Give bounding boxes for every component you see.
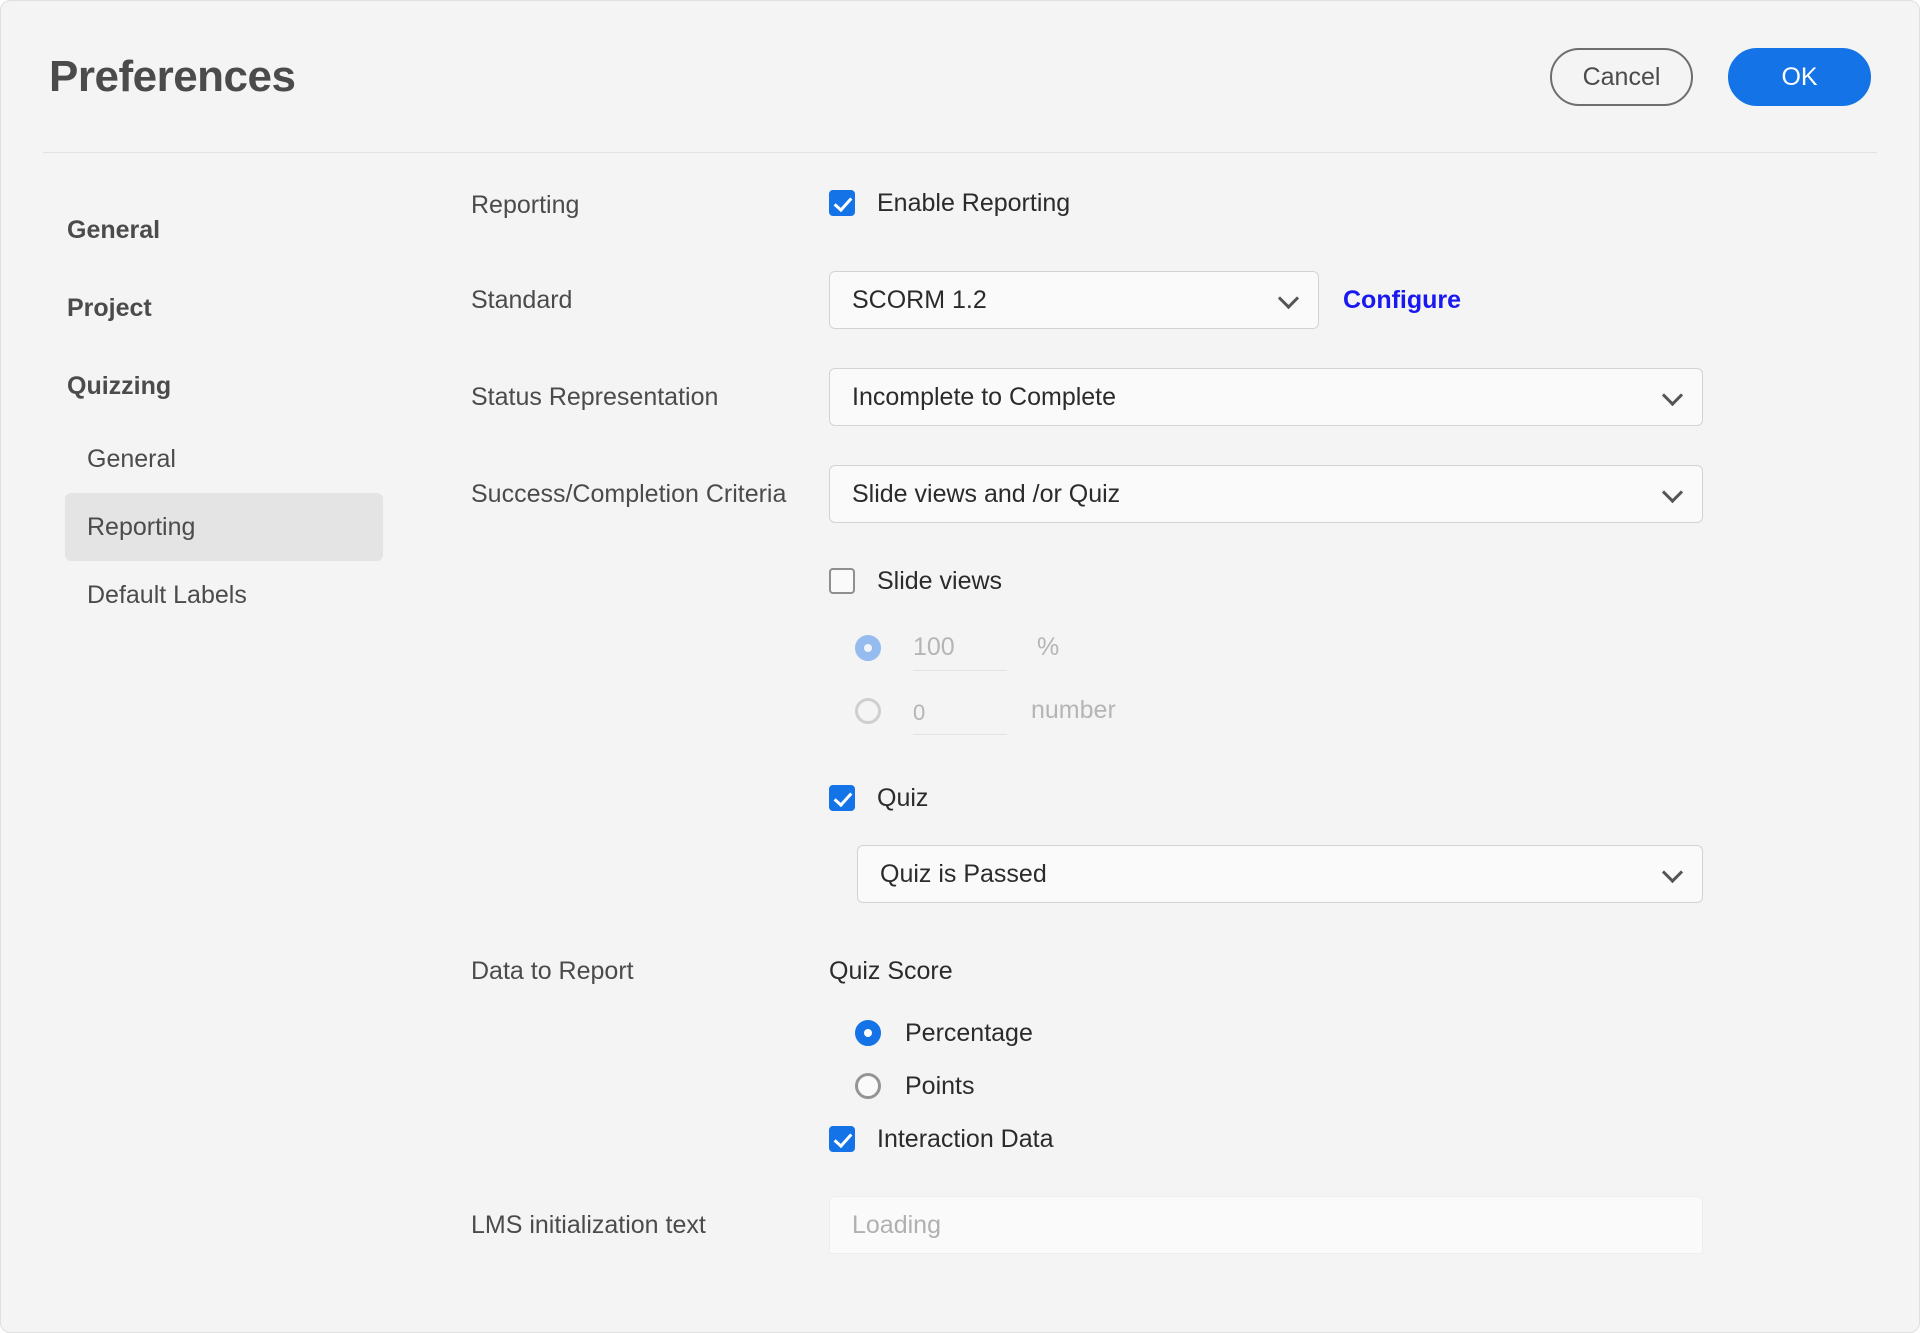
quiz-score-label: Quiz Score: [829, 957, 953, 985]
standard-select[interactable]: SCORM 1.2: [829, 271, 1319, 329]
label-standard: Standard: [471, 286, 573, 314]
quiz-score-points-label: Points: [905, 1071, 975, 1100]
row-reporting: Reporting Enable Reporting: [431, 190, 1919, 219]
control-reporting: Enable Reporting: [829, 190, 1919, 216]
reporting-form: Reporting Enable Reporting Standard SCOR…: [431, 153, 1919, 1332]
checkbox-checked-icon: [829, 190, 855, 216]
chevron-down-icon: [1662, 863, 1684, 885]
dialog-header: Preferences Cancel OK: [1, 1, 1919, 153]
sidebar-subitem-reporting[interactable]: Reporting: [65, 493, 383, 561]
control-success-criteria: Slide views and /or Quiz Slide views 100…: [829, 465, 1919, 903]
slide-views-percent-input[interactable]: 100: [913, 635, 1007, 671]
page-title: Preferences: [49, 52, 296, 101]
row-lms-init: LMS initialization text Loading: [431, 1196, 1919, 1254]
radio-selected-icon: [855, 1020, 881, 1046]
control-status-representation: Incomplete to Complete: [829, 368, 1919, 426]
status-representation-value: Incomplete to Complete: [852, 382, 1117, 411]
radio-unselected-icon: [855, 1073, 881, 1099]
label-status-representation: Status Representation: [471, 383, 719, 411]
success-criteria-select[interactable]: Slide views and /or Quiz: [829, 465, 1703, 523]
configure-link[interactable]: Configure: [1343, 287, 1461, 313]
sidebar-item-general[interactable]: General: [1, 191, 431, 269]
chevron-down-icon: [1662, 386, 1684, 408]
checkbox-checked-icon: [829, 785, 855, 811]
sidebar-subitem-default-labels[interactable]: Default Labels: [65, 561, 383, 629]
checkbox-checked-icon: [829, 1126, 855, 1152]
slide-views-percent-unit: %: [1037, 633, 1060, 661]
header-actions: Cancel OK: [1550, 48, 1871, 106]
status-representation-select[interactable]: Incomplete to Complete: [829, 368, 1703, 426]
cancel-button[interactable]: Cancel: [1550, 48, 1693, 106]
checkbox-unchecked-icon: [829, 568, 855, 594]
row-standard: Standard SCORM 1.2 Configure: [431, 271, 1919, 329]
sidebar-subitem-general[interactable]: General: [65, 425, 383, 493]
slide-views-checkbox[interactable]: Slide views: [829, 568, 1871, 594]
chevron-down-icon: [1662, 483, 1684, 505]
slide-views-number-option[interactable]: 0 number: [855, 698, 1871, 735]
control-standard: SCORM 1.2 Configure: [829, 271, 1919, 329]
slide-views-number-input[interactable]: 0: [913, 698, 1007, 735]
chevron-down-icon: [1278, 289, 1300, 311]
interaction-data-checkbox[interactable]: Interaction Data: [829, 1126, 1871, 1152]
slide-views-label: Slide views: [877, 566, 1003, 595]
control-lms-init: Loading: [829, 1196, 1919, 1254]
quiz-condition-value: Quiz is Passed: [880, 859, 1047, 888]
lms-init-input[interactable]: Loading: [829, 1196, 1703, 1254]
quiz-condition-select[interactable]: Quiz is Passed: [857, 845, 1703, 903]
quiz-score-points-option[interactable]: Points: [855, 1073, 1871, 1099]
slide-views-number-unit: number: [1031, 696, 1116, 724]
lms-init-placeholder: Loading: [852, 1210, 941, 1239]
success-criteria-value: Slide views and /or Quiz: [852, 479, 1121, 508]
row-data-to-report: Data to Report Quiz Score Percentage Poi…: [431, 959, 1919, 1152]
dialog-body: General Project Quizzing General Reporti…: [1, 153, 1919, 1332]
standard-select-value: SCORM 1.2: [852, 285, 987, 314]
radio-unselected-icon: [855, 698, 881, 724]
label-data-to-report: Data to Report: [471, 957, 634, 985]
enable-reporting-label: Enable Reporting: [877, 188, 1071, 217]
sidebar-item-project[interactable]: Project: [1, 269, 431, 347]
quiz-checkbox[interactable]: Quiz: [829, 785, 1871, 811]
radio-selected-icon: [855, 635, 881, 661]
label-lms-init: LMS initialization text: [471, 1211, 706, 1239]
quiz-label: Quiz: [877, 783, 929, 812]
row-status-representation: Status Representation Incomplete to Comp…: [431, 368, 1919, 426]
preferences-dialog: Preferences Cancel OK General Project Qu…: [0, 0, 1920, 1333]
quiz-score-percentage-option[interactable]: Percentage: [855, 1020, 1871, 1046]
enable-reporting-checkbox[interactable]: Enable Reporting: [829, 190, 1871, 216]
control-data-to-report: Quiz Score Percentage Points Interaction…: [829, 959, 1919, 1152]
ok-button[interactable]: OK: [1728, 48, 1871, 106]
label-reporting: Reporting: [471, 191, 580, 219]
sidebar-item-quizzing[interactable]: Quizzing: [1, 347, 431, 425]
slide-views-percent-option[interactable]: 100 %: [855, 635, 1871, 671]
label-success-criteria: Success/Completion Criteria: [471, 480, 787, 508]
sidebar: General Project Quizzing General Reporti…: [1, 153, 431, 1332]
row-success-criteria: Success/Completion Criteria Slide views …: [431, 465, 1919, 903]
interaction-data-label: Interaction Data: [877, 1124, 1054, 1153]
quiz-score-percentage-label: Percentage: [905, 1018, 1033, 1047]
